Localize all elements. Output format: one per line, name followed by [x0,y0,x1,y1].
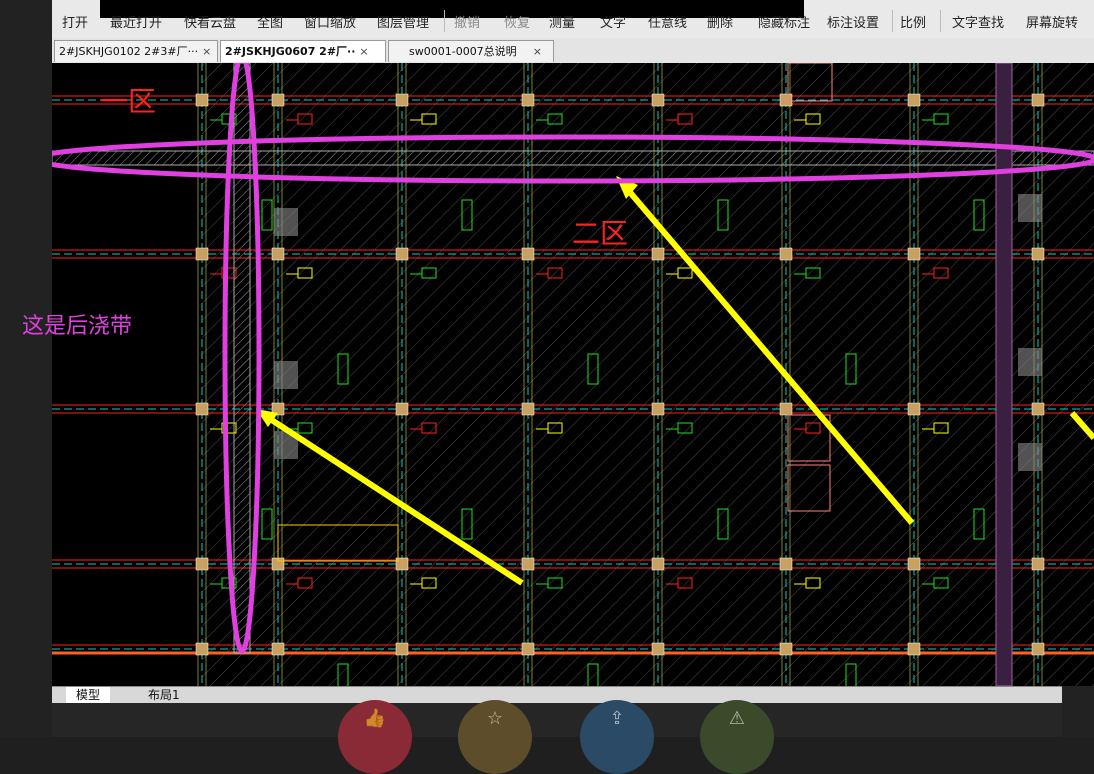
column-marker [1031,93,1045,107]
column-box [274,361,298,389]
column-box [274,208,298,236]
bottom-dark-bar [52,703,1062,737]
layout-tab-bar: 模型 布局1 [52,686,1062,704]
column-marker [195,93,209,107]
column-marker [195,642,209,656]
tab-model[interactable]: 模型 [66,687,111,704]
column-marker [907,642,921,656]
column-box [1018,348,1042,376]
menu-layers[interactable]: 图层管理 [377,12,429,31]
close-icon[interactable]: × [359,45,368,58]
column-marker [651,402,665,416]
menu-redo[interactable]: 恢复 [504,12,530,31]
zone-label-1: 一区 [100,85,156,118]
menu-separator [940,10,941,32]
menu-delete[interactable]: 删除 [707,12,733,31]
tab-label: 2#JSKHJG0607 2#厂·· [225,45,356,58]
tab-document-3[interactable]: sw0001-0007总说明 × [388,40,554,62]
menu-text[interactable]: 文字 [600,12,626,31]
tab-label: 2#JSKHJG0102 2#3#厂··· [59,45,199,58]
post-cast-band-annotation: 这是后浇带 [22,314,133,339]
post-cast-band-horizontal [52,150,1094,166]
left-dark-margin [0,0,52,737]
tab-document-2[interactable]: 2#JSKHJG0607 2#厂·· × [220,40,386,62]
column-marker [1031,247,1045,261]
toolbar: 打开 最近打开 快看云盘 全图 窗口缩放 图层管理 撤销 恢复 测量 文字 任意… [52,0,1094,39]
menu-hide-annotations[interactable]: 隐藏标注 [758,12,810,31]
menu-find-text[interactable]: 文字查找 [952,12,1004,31]
column-marker [907,247,921,261]
menu-full-view[interactable]: 全图 [257,12,283,31]
menu-scale[interactable]: 比例 [900,12,926,31]
warning-icon: ⚠ [728,708,746,729]
document-tab-bar: 2#JSKHJG0102 2#3#厂··· × 2#JSKHJG0607 2#厂·… [52,38,1094,64]
menu-cloud[interactable]: 快看云盘 [184,12,236,31]
column-marker [271,247,285,261]
column-marker [1031,402,1045,416]
column-box [1018,194,1042,222]
column-box [1018,443,1042,471]
menu-undo[interactable]: 撤销 [454,12,480,31]
menu-open[interactable]: 打开 [62,12,88,31]
column-marker [271,93,285,107]
column-marker [779,642,793,656]
column-marker [779,247,793,261]
share-icon: ⇪ [609,708,625,729]
column-marker [395,93,409,107]
menu-measure[interactable]: 测量 [549,12,575,31]
right-dark-margin [1062,686,1094,737]
report-button[interactable]: ⚠ [700,700,774,774]
tab-label: sw0001-0007总说明 [409,45,517,58]
star-icon: ☆ [486,708,504,729]
favorite-button[interactable]: ☆ [458,700,532,774]
like-button[interactable]: 👍 [338,700,412,774]
column-marker [651,93,665,107]
column-marker [271,642,285,656]
column-marker [1031,557,1045,571]
zone-label-2: 二区 [572,217,628,250]
column-marker [521,93,535,107]
thumbs-up-icon: 👍 [363,708,387,729]
menu-separator [892,10,893,32]
cad-drawing-canvas[interactable]: 一区 二区 [52,63,1094,686]
column-marker [521,557,535,571]
column-marker [195,402,209,416]
column-marker [521,402,535,416]
menu-recent[interactable]: 最近打开 [110,12,162,31]
menu-any-line[interactable]: 任意线 [648,12,687,31]
tab-layout-1[interactable]: 布局1 [138,687,190,704]
column-marker [195,557,209,571]
menu-annotation-settings[interactable]: 标注设置 [827,12,879,31]
column-marker [779,402,793,416]
column-marker [1031,642,1045,656]
close-icon[interactable]: × [533,45,542,58]
menu-rotate-screen[interactable]: 屏幕旋转 [1026,12,1078,31]
column-marker [521,642,535,656]
column-marker [651,642,665,656]
column-marker [651,557,665,571]
column-marker [907,557,921,571]
menu-window-zoom[interactable]: 窗口缩放 [304,12,356,31]
cad-drawing: 一区 二区 [52,63,1094,686]
menu-separator [444,10,445,32]
column-marker [395,642,409,656]
column-marker [395,402,409,416]
close-icon[interactable]: × [202,45,211,58]
column-marker [779,557,793,571]
column-marker [395,247,409,261]
column-marker [521,247,535,261]
tab-document-1[interactable]: 2#JSKHJG0102 2#3#厂··· × [54,40,218,62]
column-marker [907,402,921,416]
right-band [995,63,1013,686]
column-marker [907,93,921,107]
column-marker [195,247,209,261]
share-button[interactable]: ⇪ [580,700,654,774]
column-marker [779,93,793,107]
column-marker [651,247,665,261]
